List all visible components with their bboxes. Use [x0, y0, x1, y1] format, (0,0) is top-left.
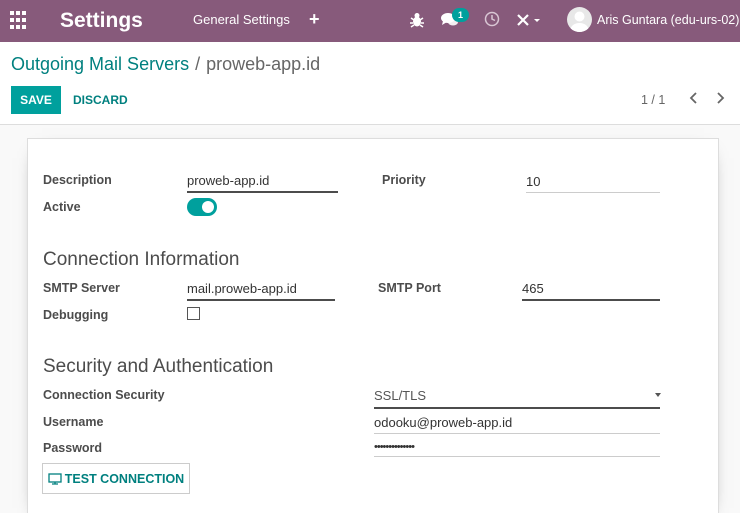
menu-general-settings[interactable]: General Settings	[193, 12, 290, 27]
discard-button[interactable]: DISCARD	[73, 86, 128, 114]
chevron-down-icon[interactable]	[655, 393, 661, 397]
pager-next-icon[interactable]	[714, 91, 726, 105]
clock-icon[interactable]	[484, 11, 500, 27]
plus-icon[interactable]: +	[309, 9, 320, 30]
control-panel: Outgoing Mail Servers / proweb-app.id SAVE…	[0, 42, 740, 125]
bug-icon[interactable]	[407, 10, 427, 30]
security-authentication-title: Security and Authentication	[43, 356, 274, 377]
smtp-port-label: SMTP Port	[378, 281, 441, 295]
smtp-port-input[interactable]: 465	[522, 281, 660, 301]
save-button[interactable]: SAVE	[11, 86, 61, 114]
apps-menu-icon[interactable]	[10, 11, 28, 29]
test-connection-label: TEST CONNECTION	[64, 471, 185, 486]
priority-input[interactable]: 10	[526, 174, 660, 193]
test-connection-button[interactable]: TEST CONNECTION	[42, 463, 190, 494]
breadcrumb-parent[interactable]: Outgoing Mail Servers	[11, 54, 189, 74]
breadcrumb: Outgoing Mail Servers / proweb-app.id	[11, 54, 320, 75]
chat-notification-badge: 1	[452, 8, 469, 22]
pager-previous-icon[interactable]	[688, 91, 700, 105]
debugging-label: Debugging	[43, 308, 109, 322]
pager-value[interactable]: 1 / 1	[641, 93, 665, 107]
user-avatar[interactable]	[567, 7, 592, 32]
breadcrumb-separator: /	[195, 54, 201, 74]
active-label: Active	[43, 200, 81, 214]
user-menu[interactable]: Aris Guntara (edu-urs-02)	[597, 13, 739, 27]
password-input[interactable]: ••••••••••••••	[374, 441, 660, 457]
top-navbar: Settings General Settings + 1 Aris Gunta…	[0, 0, 740, 42]
connection-information-title: Connection Information	[43, 249, 240, 270]
description-input[interactable]: proweb-app.id	[187, 173, 338, 193]
priority-label: Priority	[382, 173, 426, 187]
monitor-icon	[48, 472, 62, 485]
breadcrumb-current: proweb-app.id	[206, 54, 321, 74]
active-toggle[interactable]	[187, 198, 217, 216]
debugging-checkbox[interactable]	[187, 307, 200, 320]
smtp-server-input[interactable]: mail.proweb-app.id	[187, 281, 335, 301]
password-label: Password	[43, 441, 103, 455]
description-label: Description	[43, 173, 112, 187]
connection-security-label: Connection Security	[43, 388, 165, 402]
debug-tools-icon[interactable]	[515, 11, 545, 29]
smtp-server-label: SMTP Server	[43, 281, 120, 295]
username-input[interactable]: odooku@proweb-app.id	[374, 415, 660, 434]
username-label: Username	[43, 415, 104, 429]
app-brand-title[interactable]: Settings	[60, 6, 143, 36]
connection-security-select[interactable]: SSL/TLS	[374, 388, 660, 409]
